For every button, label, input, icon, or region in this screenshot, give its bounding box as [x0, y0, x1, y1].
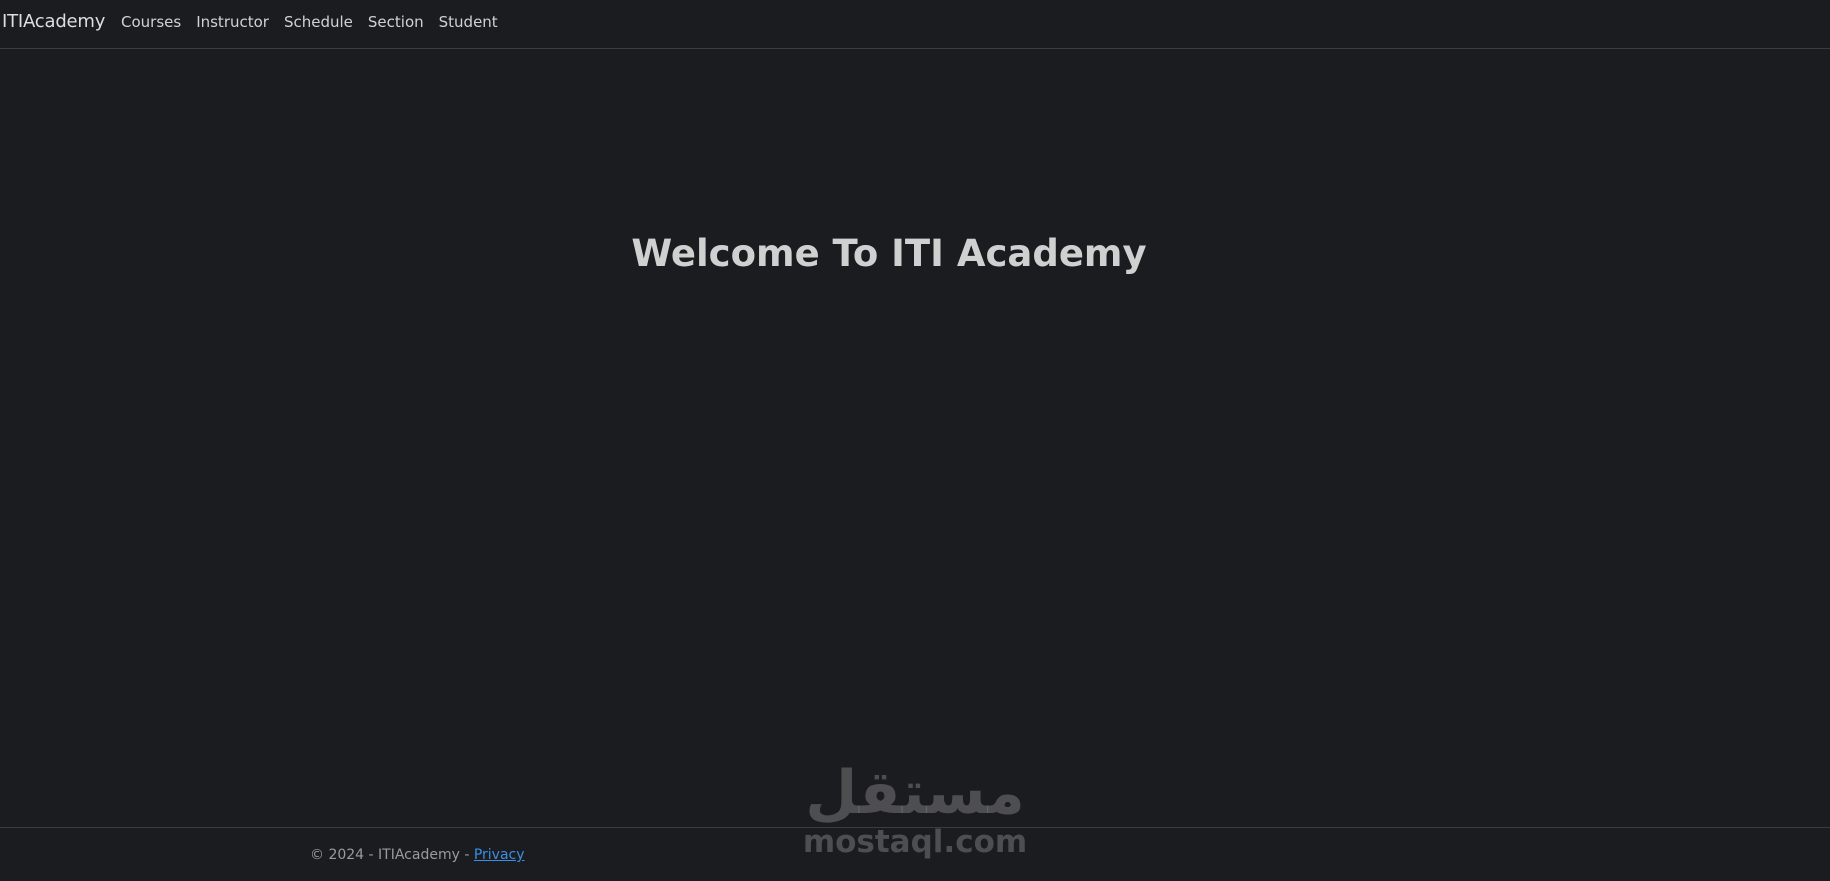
page-footer: © 2024 - ITIAcademy - Privacy — [0, 827, 1830, 881]
watermark-arabic-text: مستقل — [805, 758, 1025, 828]
privacy-link[interactable]: Privacy — [474, 847, 525, 863]
nav-links: Courses Instructor Schedule Section Stud… — [121, 13, 513, 31]
nav-link-schedule[interactable]: Schedule — [284, 13, 353, 31]
brand-link[interactable]: ITIAcademy — [2, 11, 105, 32]
footer-copyright: © 2024 - ITIAcademy - — [310, 847, 474, 863]
footer-text: © 2024 - ITIAcademy - Privacy — [310, 847, 525, 863]
nav-link-courses[interactable]: Courses — [121, 13, 181, 31]
top-navbar: ITIAcademy Courses Instructor Schedule S… — [0, 0, 1830, 49]
page-title: Welcome To ITI Academy — [631, 232, 1147, 275]
nav-link-section[interactable]: Section — [368, 13, 424, 31]
nav-link-student[interactable]: Student — [439, 13, 498, 31]
nav-link-instructor[interactable]: Instructor — [196, 13, 269, 31]
